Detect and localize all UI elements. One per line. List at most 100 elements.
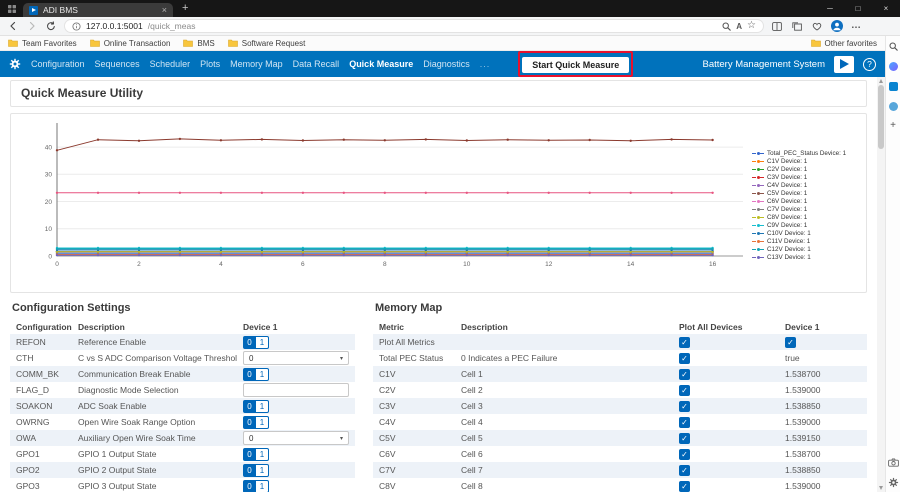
browser-essentials-icon[interactable] (811, 22, 823, 31)
nav-item-data-recall[interactable]: Data Recall (293, 59, 340, 69)
checkbox-checked[interactable]: ✓ (679, 433, 690, 444)
legend-item[interactable]: C5V Device: 1 (752, 190, 864, 197)
legend-item[interactable]: C11V Device: 1 (752, 238, 864, 245)
legend-item[interactable]: C2V Device: 1 (752, 166, 864, 173)
favorites-item[interactable]: Software Request (228, 39, 306, 48)
nav-item-configuration[interactable]: Configuration (31, 59, 85, 69)
back-icon[interactable] (7, 21, 19, 31)
toggle-option-0[interactable]: 0 (243, 336, 256, 349)
other-favorites[interactable]: Other favorites (811, 39, 877, 48)
page-scrollbar[interactable] (877, 77, 885, 492)
sidebar-settings-gear-icon[interactable] (888, 477, 899, 488)
favorites-item[interactable]: Online Transaction (90, 39, 171, 48)
nav-settings-gear-icon[interactable] (9, 58, 21, 70)
legend-item[interactable]: C9V Device: 1 (752, 222, 864, 229)
checkbox-checked[interactable]: ✓ (679, 465, 690, 476)
favorites-item-label: Team Favorites (22, 39, 77, 48)
legend-item[interactable]: C7V Device: 1 (752, 206, 864, 213)
toggle-option-0[interactable]: 0 (243, 368, 256, 381)
legend-item[interactable]: C6V Device: 1 (752, 198, 864, 205)
checkbox-checked[interactable]: ✓ (679, 353, 690, 364)
owa-select[interactable]: 0▾ (243, 431, 349, 445)
gpo1-toggle[interactable]: 01 (243, 448, 269, 461)
checkbox-checked[interactable]: ✓ (679, 385, 690, 396)
checkbox-checked[interactable]: ✓ (679, 449, 690, 460)
nav-overflow-icon[interactable]: ... (480, 59, 491, 69)
tab-actions-icon[interactable] (5, 4, 19, 14)
nav-item-quick-measure[interactable]: Quick Measure (349, 59, 413, 69)
toggle-option-1[interactable]: 1 (256, 400, 269, 413)
scrollbar-thumb[interactable] (878, 85, 884, 149)
refresh-icon[interactable] (45, 21, 57, 31)
flag_d-input[interactable] (243, 383, 349, 397)
zoom-icon[interactable] (722, 22, 731, 31)
legend-item[interactable]: C4V Device: 1 (752, 182, 864, 189)
toggle-option-1[interactable]: 1 (256, 336, 269, 349)
maximize-button[interactable]: □ (844, 0, 872, 17)
checkbox-checked[interactable]: ✓ (679, 417, 690, 428)
legend-item[interactable]: C13V Device: 1 (752, 254, 864, 261)
legend-item[interactable]: C12V Device: 1 (752, 246, 864, 253)
toggle-option-1[interactable]: 1 (256, 416, 269, 429)
toggle-option-1[interactable]: 1 (256, 448, 269, 461)
profile-avatar[interactable] (831, 20, 843, 32)
favorite-star-icon[interactable]: ☆ (747, 21, 756, 31)
sidebar-add-icon[interactable]: + (890, 121, 896, 131)
scroll-down-arrow-icon[interactable] (879, 486, 883, 490)
favorites-item[interactable]: Team Favorites (8, 39, 77, 48)
forward-icon[interactable] (26, 21, 38, 31)
soakon-toggle[interactable]: 01 (243, 400, 269, 413)
favorites-item[interactable]: BMS (183, 39, 214, 48)
legend-item[interactable]: C1V Device: 1 (752, 158, 864, 165)
url-bar[interactable]: 127.0.0.1:5001/quick_meas A ☆ (64, 19, 764, 33)
toggle-option-1[interactable]: 1 (256, 480, 269, 492)
legend-item[interactable]: Total_PEC_Status Device: 1 (752, 150, 864, 157)
checkbox-checked[interactable]: ✓ (679, 401, 690, 412)
read-aloud-icon[interactable]: A (736, 22, 742, 31)
owrng-toggle[interactable]: 01 (243, 416, 269, 429)
nav-item-memory-map[interactable]: Memory Map (230, 59, 283, 69)
comm_bk-toggle[interactable]: 01 (243, 368, 269, 381)
screenshot-tool-icon[interactable] (888, 457, 899, 468)
toggle-option-0[interactable]: 0 (243, 464, 256, 477)
config-name: GPO1 (10, 446, 72, 462)
sidebar-search-icon[interactable] (888, 41, 899, 52)
minimize-button[interactable]: ─ (816, 0, 844, 17)
checkbox-checked[interactable]: ✓ (785, 337, 796, 348)
browser-tab[interactable]: ADI BMS × (23, 3, 173, 17)
checkbox-checked[interactable]: ✓ (679, 481, 690, 492)
nav-item-plots[interactable]: Plots (200, 59, 220, 69)
checkbox-checked[interactable]: ✓ (679, 337, 690, 348)
collections-icon[interactable] (791, 22, 803, 31)
nav-item-diagnostics[interactable]: Diagnostics (423, 59, 470, 69)
legend-item[interactable]: C3V Device: 1 (752, 174, 864, 181)
settings-menu-icon[interactable]: … (851, 21, 861, 31)
legend-item[interactable]: C8V Device: 1 (752, 214, 864, 221)
help-icon[interactable]: ? (863, 58, 876, 71)
start-quick-measure-button[interactable]: Start Quick Measure (522, 57, 629, 73)
toggle-option-0[interactable]: 0 (243, 480, 256, 492)
tab-close-icon[interactable]: × (162, 6, 167, 15)
gpo3-toggle[interactable]: 01 (243, 480, 269, 492)
cth-select[interactable]: 0▾ (243, 351, 349, 365)
copilot-icon[interactable] (888, 61, 899, 72)
split-screen-icon[interactable] (771, 22, 783, 31)
nav-item-scheduler[interactable]: Scheduler (150, 59, 191, 69)
legend-item[interactable]: C10V Device: 1 (752, 230, 864, 237)
sidebar-app-icon-1[interactable] (888, 81, 899, 92)
refon-toggle[interactable]: 01 (243, 336, 269, 349)
checkbox-checked[interactable]: ✓ (679, 369, 690, 380)
toggle-option-1[interactable]: 1 (256, 464, 269, 477)
toggle-option-0[interactable]: 0 (243, 416, 256, 429)
toggle-option-0[interactable]: 0 (243, 400, 256, 413)
new-tab-button[interactable]: + (182, 3, 188, 14)
gpo2-toggle[interactable]: 01 (243, 464, 269, 477)
close-window-button[interactable]: × (872, 0, 900, 17)
sidebar-app-icon-2[interactable] (888, 101, 899, 112)
site-info-icon[interactable] (72, 22, 81, 31)
nav-item-sequences[interactable]: Sequences (95, 59, 140, 69)
toggle-option-0[interactable]: 0 (243, 448, 256, 461)
scroll-up-arrow-icon[interactable] (879, 79, 883, 83)
toggle-option-1[interactable]: 1 (256, 368, 269, 381)
memory-map-row: C4VCell 4✓1.539000 (373, 414, 867, 430)
